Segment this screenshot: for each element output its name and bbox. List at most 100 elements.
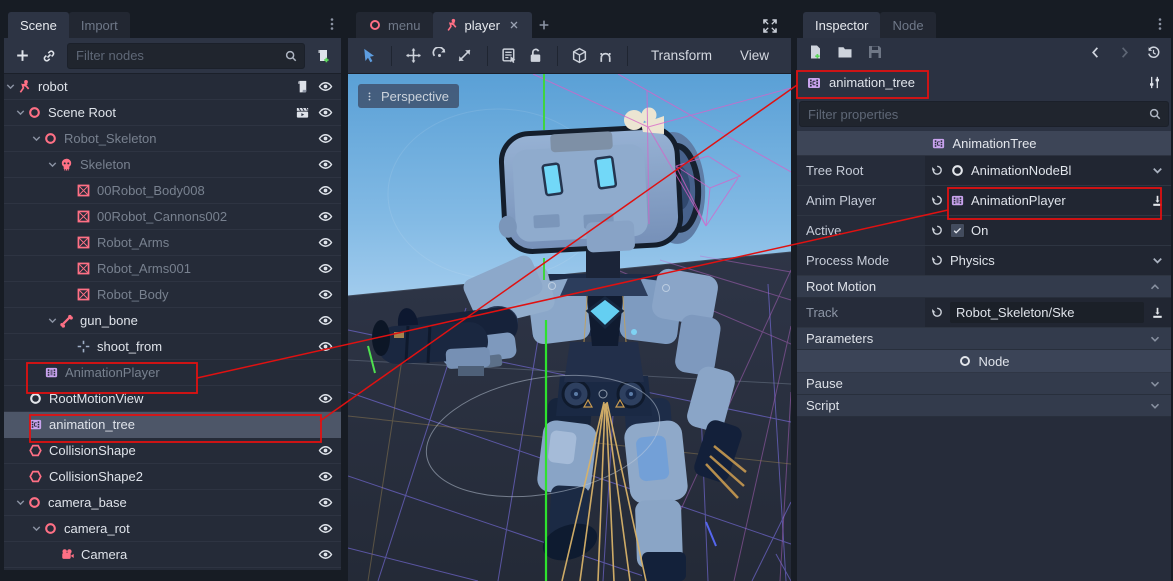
- tree-row-robot[interactable]: robot: [4, 74, 341, 100]
- chevron-down-button[interactable]: [1150, 253, 1165, 268]
- tree-row-Robot_Arms[interactable]: Robot_Arms: [4, 230, 341, 256]
- unlock-tool-button[interactable]: [524, 43, 546, 69]
- cube-tool-button[interactable]: [569, 43, 591, 69]
- eye-icon[interactable]: [318, 547, 333, 562]
- tree-row-00Robot_Cannons002[interactable]: 00Robot_Cannons002: [4, 204, 341, 230]
- revert-button[interactable]: [929, 163, 944, 178]
- scale-tool-tool-button[interactable]: [454, 43, 476, 69]
- eye-icon[interactable]: [318, 469, 333, 484]
- new-scene-tab-button[interactable]: [532, 12, 556, 38]
- property-filter-input[interactable]: [806, 106, 1148, 123]
- tree-row-00Robot_Body008[interactable]: 00Robot_Body008: [4, 178, 341, 204]
- tree-chevron-icon[interactable]: [14, 496, 27, 509]
- tree-row-Robot_Body[interactable]: Robot_Body: [4, 282, 341, 308]
- tree-row-shoot_from[interactable]: shoot_from: [4, 334, 341, 360]
- back-button[interactable]: [1088, 45, 1103, 60]
- tree-row-camera_rot[interactable]: camera_rot: [4, 516, 341, 542]
- 3d-viewport-canvas[interactable]: Perspective: [348, 74, 791, 581]
- open-folder-button[interactable]: [837, 44, 853, 60]
- move-tool-tool-button[interactable]: [403, 43, 425, 69]
- property-value[interactable]: AnimationNodeBl: [971, 163, 1071, 178]
- tree-row-CollisionShape2[interactable]: CollisionShape2: [4, 464, 341, 490]
- section-parameters[interactable]: Parameters: [797, 328, 1171, 350]
- eye-icon[interactable]: [318, 313, 333, 328]
- close-icon[interactable]: [508, 19, 520, 31]
- tree-chevron-icon[interactable]: [46, 158, 59, 171]
- eye-icon[interactable]: [318, 287, 333, 302]
- tree-row-Camera[interactable]: Camera: [4, 542, 341, 568]
- tree-row-Skeleton[interactable]: Skeleton: [4, 152, 341, 178]
- eye-icon[interactable]: [318, 79, 333, 94]
- eye-icon[interactable]: [318, 105, 333, 120]
- tree-row-Scene Root[interactable]: Scene Root: [4, 100, 341, 126]
- section-script[interactable]: Script: [797, 395, 1171, 417]
- eye-icon[interactable]: [318, 235, 333, 250]
- tree-row-gun_bone[interactable]: gun_bone: [4, 308, 341, 334]
- section-pause[interactable]: Pause: [797, 373, 1171, 395]
- eye-icon[interactable]: [318, 209, 333, 224]
- tab-scene-dock-scene[interactable]: Scene: [8, 12, 69, 38]
- tree-row-CollisionShape[interactable]: CollisionShape: [4, 438, 341, 464]
- list-select-tool-button[interactable]: [498, 43, 520, 69]
- eye-icon[interactable]: [318, 391, 333, 406]
- tab-inspector-dock-node[interactable]: Node: [880, 12, 935, 38]
- tree-chevron-icon[interactable]: [30, 132, 43, 145]
- chevron-down-button[interactable]: [1150, 163, 1165, 178]
- eye-icon[interactable]: [318, 261, 333, 276]
- perspective-menu-button[interactable]: Perspective: [358, 84, 459, 108]
- tree-row-animation_tree[interactable]: animation_tree: [4, 412, 341, 438]
- section-root-motion[interactable]: Root Motion: [797, 276, 1171, 298]
- tab-scene-dock-import[interactable]: Import: [69, 12, 130, 38]
- tree-chevron-icon[interactable]: [30, 522, 43, 535]
- add-node-button[interactable]: [14, 47, 31, 64]
- revert-button[interactable]: [929, 253, 944, 268]
- picker-button[interactable]: [1150, 305, 1165, 320]
- subresource-node[interactable]: Node: [797, 350, 1171, 373]
- picker-button[interactable]: [1150, 193, 1165, 208]
- collision-shape-icon: [28, 443, 43, 458]
- save-button[interactable]: [867, 44, 883, 60]
- sliders-icon[interactable]: [1147, 75, 1162, 90]
- rotate-tool-tool-button[interactable]: [428, 43, 450, 69]
- select-arrow-tool-button[interactable]: [358, 43, 380, 69]
- history-button[interactable]: [1146, 45, 1161, 60]
- tab-scene-player[interactable]: player: [433, 12, 532, 38]
- revert-button[interactable]: [929, 193, 944, 208]
- forward-button[interactable]: [1117, 45, 1132, 60]
- property-value[interactable]: AnimationPlayer: [971, 193, 1066, 208]
- eye-icon[interactable]: [318, 183, 333, 198]
- scene-filter-input[interactable]: [74, 47, 284, 64]
- tree-chevron-icon[interactable]: [4, 80, 17, 93]
- tab-scene-menu[interactable]: menu: [356, 12, 433, 38]
- tree-row-RootMotionView[interactable]: RootMotionView: [4, 386, 341, 412]
- tree-row-Robot_Skeleton[interactable]: Robot_Skeleton: [4, 126, 341, 152]
- inspector-dock-menu-button[interactable]: [1152, 14, 1168, 34]
- eye-icon[interactable]: [318, 339, 333, 354]
- tree-chevron-icon[interactable]: [46, 314, 59, 327]
- snap-tool-button[interactable]: [594, 43, 616, 69]
- active-checkbox[interactable]: [950, 223, 965, 238]
- revert-button[interactable]: [929, 223, 944, 238]
- instance-scene-button[interactable]: [41, 48, 57, 64]
- property-value[interactable]: Physics: [950, 253, 995, 268]
- eye-icon[interactable]: [318, 521, 333, 536]
- tree-row-Robot_Arms001[interactable]: Robot_Arms001: [4, 256, 341, 282]
- scene-dock-menu-button[interactable]: [324, 14, 340, 34]
- expand-viewport-button[interactable]: [762, 16, 778, 36]
- tree-row-AnimationPlayer[interactable]: AnimationPlayer: [4, 360, 341, 386]
- movie-clapper-icon[interactable]: [295, 105, 310, 120]
- tab-inspector-dock-inspector[interactable]: Inspector: [803, 12, 880, 38]
- eye-icon[interactable]: [318, 443, 333, 458]
- menu-transform[interactable]: Transform: [639, 48, 724, 63]
- script-icon[interactable]: [295, 79, 310, 94]
- eye-icon[interactable]: [318, 131, 333, 146]
- property-value-field[interactable]: Robot_Skeleton/Ske: [950, 302, 1144, 323]
- tree-chevron-icon[interactable]: [14, 106, 27, 119]
- eye-icon[interactable]: [318, 157, 333, 172]
- new-resource-button[interactable]: [807, 44, 823, 60]
- tree-row-camera_base[interactable]: camera_base: [4, 490, 341, 516]
- menu-view[interactable]: View: [728, 48, 781, 63]
- attach-script-button[interactable]: [315, 48, 331, 64]
- eye-icon[interactable]: [318, 495, 333, 510]
- revert-button[interactable]: [929, 305, 944, 320]
